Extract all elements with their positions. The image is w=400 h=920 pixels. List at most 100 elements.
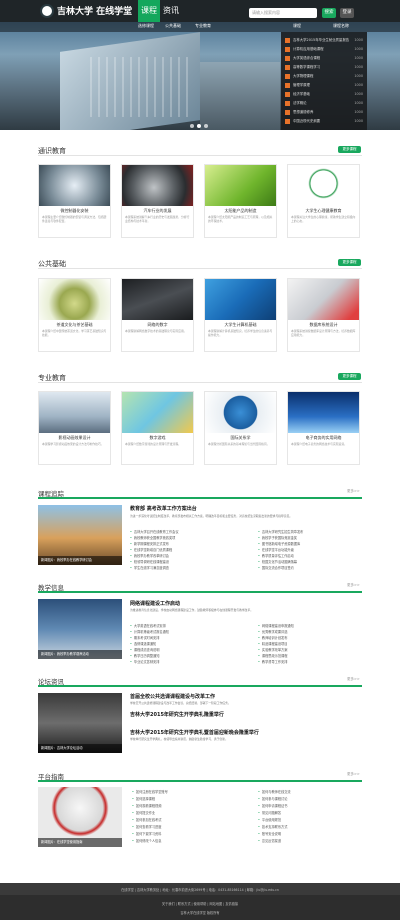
news-headline[interactable]: 网络课程建设工作启动 bbox=[130, 600, 180, 607]
news-list-item[interactable]: 如何申请课程证书 bbox=[258, 803, 358, 808]
course-card[interactable]: 数据库系统设计 本课程系统讲授数据库设计原理与方法，培养数据库应用能力。 bbox=[287, 278, 360, 352]
news-list-item[interactable]: 图书馆新增电子资源数据库 bbox=[258, 541, 358, 546]
news-list-item[interactable]: 选修课选课通知 bbox=[130, 641, 230, 646]
news-list-item[interactable]: 教学质量评估工作启动 bbox=[258, 553, 358, 558]
more-courses-button[interactable]: 更多课程 bbox=[338, 259, 361, 266]
news-headline[interactable]: 教育部 高考改革工作方案出台 bbox=[130, 505, 197, 512]
footer-links[interactable]: 关于我们 | 联系方式 | 使用帮助 | 网站地图 | 友情链接 bbox=[0, 901, 400, 906]
news-list-item[interactable]: 如何修改个人信息 bbox=[132, 838, 232, 843]
popup-item[interactable]: 计算机应用基础课程 1000 bbox=[285, 45, 363, 53]
popup-item[interactable]: 法学概论 1000 bbox=[285, 99, 363, 107]
news-list-item[interactable]: 优秀教学成果评选 bbox=[258, 629, 358, 634]
news-list-item[interactable]: 我校教师获全国教学竞赛奖项 bbox=[130, 535, 230, 540]
more-courses-button[interactable]: 更多课程 bbox=[338, 373, 361, 380]
popup-item[interactable]: 大学物理课程 1000 bbox=[285, 72, 363, 80]
tab-courses[interactable]: 课程 bbox=[138, 0, 160, 22]
news-image[interactable]: 新闻图片：我校举办教学观摩活动 bbox=[38, 599, 122, 659]
search-input[interactable]: 请输入搜索内容 bbox=[249, 8, 317, 18]
course-title[interactable]: 茶道文化与茶艺基础 bbox=[39, 322, 110, 328]
site-title[interactable]: 吉林大学 在线学堂 bbox=[57, 4, 132, 17]
news-more-link[interactable]: 更多>> bbox=[347, 489, 360, 494]
news-list-item[interactable]: 如何注册在线学堂账号 bbox=[132, 789, 232, 794]
news-list-item[interactable]: 如何参与课程讨论 bbox=[258, 796, 358, 801]
popup-item[interactable]: 高等数学课程学习 1000 bbox=[285, 63, 363, 71]
course-card[interactable]: 影视动画效果设计 本课程学习影视动画效果的设计方法与制作技巧。 bbox=[38, 391, 111, 465]
course-card[interactable]: 太阳能产品的制造 本课程介绍太阳能产品的制造工艺与原理，以及相关的环保技术。 bbox=[204, 164, 277, 238]
news-list-item[interactable]: 校领导调研在线课程建设 bbox=[130, 559, 230, 564]
news-list-item[interactable]: 期末考试时间安排 bbox=[130, 635, 230, 640]
popup-item[interactable]: 思想道德修养 1000 bbox=[285, 108, 363, 116]
subnav-item[interactable]: 课程 bbox=[293, 23, 301, 29]
login-button[interactable]: 登录 bbox=[340, 8, 354, 18]
course-card[interactable]: 大学生心理健康教育 本课程关注大学生的心理健康，帮助学生建立积极向上的心态。 bbox=[287, 164, 360, 238]
news-image[interactable]: 新闻图片：我校举办在线教学研讨会 bbox=[38, 505, 122, 565]
news-image[interactable]: 新闻图片：在线学堂使用指南 bbox=[38, 787, 122, 847]
course-title[interactable]: 太阳能产品的制造 bbox=[205, 208, 276, 214]
news-list-item[interactable]: 国际交流合作项目签约 bbox=[258, 565, 358, 570]
news-list-item[interactable]: 意见反馈渠道 bbox=[258, 838, 358, 843]
news-list-item[interactable]: 教学日历调整通知 bbox=[130, 653, 230, 658]
news-list-item[interactable]: 大学英语在线考试安排 bbox=[130, 623, 230, 628]
news-list-item[interactable]: 毕业论文答辩安排 bbox=[130, 659, 230, 664]
news-list-item[interactable]: 如何选择课程 bbox=[132, 796, 232, 801]
news-list-item[interactable]: 计算机等级考试报名通知 bbox=[130, 629, 230, 634]
news-list-item[interactable]: 精品课程建设项目 bbox=[258, 641, 358, 646]
news-list-item[interactable]: 如何与教师在线交流 bbox=[258, 789, 358, 794]
course-title[interactable]: 汽车行业的发展 bbox=[122, 208, 193, 214]
news-list-item[interactable]: 课程成绩查询说明 bbox=[130, 647, 230, 652]
news-list-item[interactable]: 技术支持联系方式 bbox=[258, 824, 358, 829]
news-list-item[interactable]: 吉林大学研究生招生简章发布 bbox=[258, 529, 358, 534]
news-more-link[interactable]: 更多>> bbox=[347, 677, 360, 682]
news-headline[interactable]: 首届全校公共选课课程建设与改革工作 bbox=[130, 693, 215, 700]
popup-item[interactable]: 管理学原理 1000 bbox=[285, 81, 363, 89]
course-card[interactable]: 网络的数字 本课程讲解网络数字技术的基础理论与实际应用。 bbox=[121, 278, 194, 352]
news-list-item[interactable]: 教师培训计划发布 bbox=[258, 635, 358, 640]
news-list-item[interactable]: 如何查看学习进度 bbox=[132, 824, 232, 829]
news-headline[interactable]: 吉林大学2015年研究生开学典礼隆重举行 bbox=[130, 711, 224, 718]
course-card[interactable]: 电子商务的实用网络 本课程介绍电子商务的网络技术与实际运营。 bbox=[287, 391, 360, 465]
search-button[interactable]: 搜索 bbox=[322, 8, 336, 18]
more-courses-button[interactable]: 更多课程 bbox=[338, 146, 361, 153]
carousel-dot[interactable] bbox=[197, 124, 201, 128]
course-card[interactable]: 数字游戏 本课程介绍数字游戏的设计原理与开发流程。 bbox=[121, 391, 194, 465]
subnav-item[interactable]: 课程名称 bbox=[333, 23, 349, 29]
course-title[interactable]: 大学生计算机基础 bbox=[205, 322, 276, 328]
news-list-item[interactable]: 我校学子获国际竞赛金奖 bbox=[258, 535, 358, 540]
news-list-item[interactable]: 实验教学改革方案 bbox=[258, 647, 358, 652]
popup-item[interactable]: 大学英语综合课程 1000 bbox=[285, 54, 363, 62]
news-list-item[interactable]: 网络课程建设申报通知 bbox=[258, 623, 358, 628]
course-card[interactable]: 大学生计算机基础 本课程讲解计算机基础知识，培养学生的信息素养与操作能力。 bbox=[204, 278, 277, 352]
news-list-item[interactable]: 我校举办教学改革研讨会 bbox=[130, 553, 230, 558]
course-title[interactable]: 微控制器化安装 bbox=[39, 208, 110, 214]
carousel-dot[interactable] bbox=[190, 124, 194, 128]
news-list-item[interactable]: 平台使用规范 bbox=[258, 817, 358, 822]
popup-item[interactable]: 经济学基础 1000 bbox=[285, 90, 363, 98]
course-title[interactable]: 大学生心理健康教育 bbox=[288, 208, 359, 214]
course-card[interactable]: 茶道文化与茶艺基础 本课程介绍中国传统茶道文化，学习茶艺基础知识与技能。 bbox=[38, 278, 111, 352]
course-title[interactable]: 数据库系统设计 bbox=[288, 322, 359, 328]
course-card[interactable]: 微控制器化安装 本课程主要介绍微控制器的安装与调试方法，包括硬件连接与软件配置。 bbox=[38, 164, 111, 238]
news-list-item[interactable]: 在线学堂平台功能升级 bbox=[258, 547, 358, 552]
course-title[interactable]: 网络的数字 bbox=[122, 322, 193, 328]
course-card[interactable]: 国际关系学 本课程分析国际关系的基本理论与当代国际格局。 bbox=[204, 391, 277, 465]
popup-item[interactable]: 吉林大学2015年毕业生就业质量报告 1000 bbox=[285, 36, 363, 44]
course-title[interactable]: 数字游戏 bbox=[122, 435, 193, 441]
tab-news[interactable]: 资讯 bbox=[160, 0, 182, 22]
carousel-dot[interactable] bbox=[204, 124, 208, 128]
course-title[interactable]: 国际关系学 bbox=[205, 435, 276, 441]
news-list-item[interactable]: 账号安全说明 bbox=[258, 831, 358, 836]
news-image[interactable]: 新闻图片：吉林大学论坛活动 bbox=[38, 693, 122, 753]
course-card[interactable]: 汽车行业的发展 本课程系统讲解汽车行业的历史与发展趋势，分析行业结构与技术革新。 bbox=[121, 164, 194, 238]
news-list-item[interactable]: 常见问题解答 bbox=[258, 810, 358, 815]
news-list-item[interactable]: 如何下载学习资料 bbox=[132, 831, 232, 836]
subnav-item[interactable]: 公共基础 bbox=[165, 23, 181, 29]
news-more-link[interactable]: 更多>> bbox=[347, 772, 360, 777]
news-list-item[interactable]: 新学期课程安排正式发布 bbox=[130, 541, 230, 546]
subnav-item[interactable]: 专业教育 bbox=[195, 23, 211, 29]
news-list-item[interactable]: 在线学堂新增百门优质课程 bbox=[130, 547, 230, 552]
news-headline[interactable]: 吉林大学2015年研究生开学典礼暨首届迎新晚会隆重举行 bbox=[130, 729, 259, 736]
news-list-item[interactable]: 学生在线学习满意度调查 bbox=[130, 565, 230, 570]
news-list-item[interactable]: 吉林大学召开在线教育工作会议 bbox=[130, 529, 230, 534]
news-list-item[interactable]: 如何提交作业 bbox=[132, 810, 232, 815]
course-title[interactable]: 影视动画效果设计 bbox=[39, 435, 110, 441]
